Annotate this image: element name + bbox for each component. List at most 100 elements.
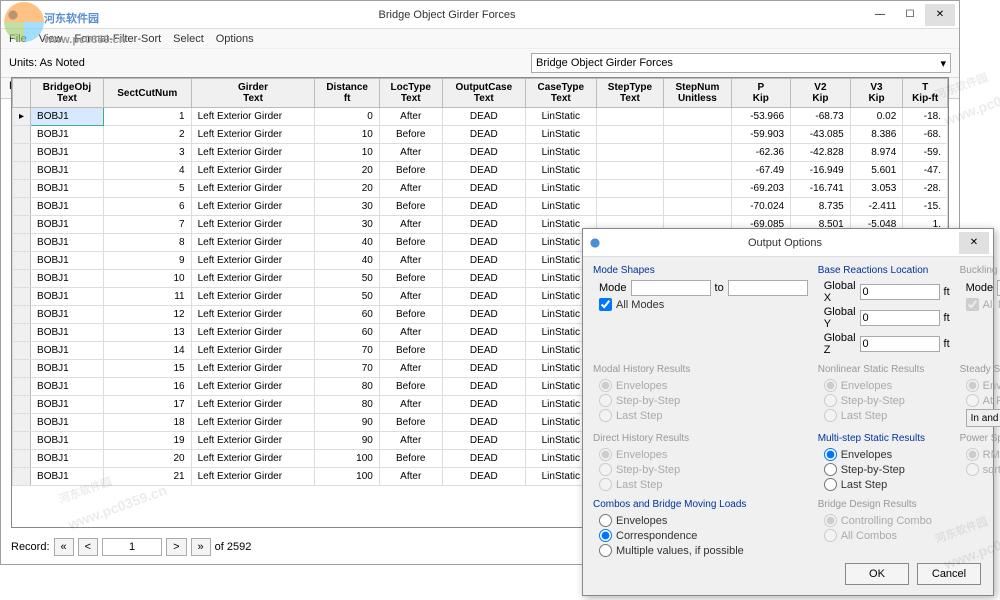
cell[interactable]: LinStatic xyxy=(526,126,597,144)
cell[interactable]: BOBJ1 xyxy=(31,360,104,378)
column-header[interactable]: V2Kip xyxy=(791,79,851,108)
row-selector[interactable] xyxy=(13,378,31,396)
cell[interactable]: BOBJ1 xyxy=(31,468,104,486)
cell[interactable]: Before xyxy=(379,126,442,144)
menu-select[interactable]: Select xyxy=(173,33,204,45)
cell[interactable]: -47. xyxy=(903,162,948,180)
cell[interactable]: BOBJ1 xyxy=(31,234,104,252)
cell[interactable]: DEAD xyxy=(442,414,525,432)
cell[interactable]: -68.73 xyxy=(791,108,851,126)
combo-multiple[interactable]: Multiple values, if possible xyxy=(599,544,808,557)
row-selector[interactable] xyxy=(13,288,31,306)
ms-step[interactable]: Step-by-Step xyxy=(824,463,950,476)
pager-last[interactable]: » xyxy=(191,538,211,556)
cell[interactable]: BOBJ1 xyxy=(31,378,104,396)
cell[interactable]: BOBJ1 xyxy=(31,252,104,270)
cell[interactable]: Before xyxy=(379,234,442,252)
cell[interactable] xyxy=(664,162,731,180)
pager-prev[interactable]: < xyxy=(78,538,98,556)
cell[interactable] xyxy=(664,144,731,162)
cell[interactable]: LinStatic xyxy=(526,162,597,180)
cell[interactable]: 12 xyxy=(103,306,191,324)
row-selector[interactable] xyxy=(13,162,31,180)
cell[interactable]: 19 xyxy=(103,432,191,450)
cell[interactable]: BOBJ1 xyxy=(31,198,104,216)
cell[interactable]: After xyxy=(379,468,442,486)
cell[interactable]: 21 xyxy=(103,468,191,486)
cell[interactable]: -59.903 xyxy=(731,126,791,144)
row-selector[interactable] xyxy=(13,126,31,144)
cell[interactable]: 10 xyxy=(103,270,191,288)
row-selector[interactable] xyxy=(13,432,31,450)
cell[interactable]: 100 xyxy=(315,450,379,468)
cell[interactable]: 8.974 xyxy=(850,144,903,162)
cell[interactable]: 40 xyxy=(315,252,379,270)
cell[interactable]: DEAD xyxy=(442,234,525,252)
table-row[interactable]: BOBJ12Left Exterior Girder10BeforeDEADLi… xyxy=(13,126,948,144)
cell[interactable]: BOBJ1 xyxy=(31,270,104,288)
mode-to-input[interactable] xyxy=(728,280,808,296)
cell[interactable]: -53.966 xyxy=(731,108,791,126)
pager-next[interactable]: > xyxy=(166,538,186,556)
row-selector[interactable] xyxy=(13,468,31,486)
cell[interactable]: DEAD xyxy=(442,324,525,342)
cell[interactable]: After xyxy=(379,324,442,342)
ok-button[interactable]: OK xyxy=(845,563,909,585)
cell[interactable]: DEAD xyxy=(442,360,525,378)
row-selector[interactable] xyxy=(13,270,31,288)
column-header[interactable]: CaseTypeText xyxy=(526,79,597,108)
table-row[interactable]: BOBJ13Left Exterior Girder10AfterDEADLin… xyxy=(13,144,948,162)
cell[interactable]: Left Exterior Girder xyxy=(191,378,315,396)
column-header[interactable]: LocTypeText xyxy=(379,79,442,108)
cell[interactable]: -18. xyxy=(903,108,948,126)
cell[interactable]: After xyxy=(379,432,442,450)
row-selector[interactable]: ▸ xyxy=(13,108,31,126)
cell[interactable]: 17 xyxy=(103,396,191,414)
row-selector[interactable] xyxy=(13,252,31,270)
cell[interactable]: -68. xyxy=(903,126,948,144)
cell[interactable]: Left Exterior Girder xyxy=(191,180,315,198)
cell[interactable]: DEAD xyxy=(442,378,525,396)
column-header[interactable]: StepNumUnitless xyxy=(664,79,731,108)
cell[interactable]: 10 xyxy=(315,126,379,144)
cell[interactable]: 80 xyxy=(315,378,379,396)
table-row[interactable]: ▸BOBJ11Left Exterior Girder0AfterDEADLin… xyxy=(13,108,948,126)
cell[interactable]: 60 xyxy=(315,306,379,324)
cell[interactable]: BOBJ1 xyxy=(31,126,104,144)
cell[interactable]: 6 xyxy=(103,198,191,216)
column-header[interactable]: SectCutNum xyxy=(103,79,191,108)
gz-input[interactable] xyxy=(860,336,940,352)
table-row[interactable]: BOBJ14Left Exterior Girder20BeforeDEADLi… xyxy=(13,162,948,180)
table-row[interactable]: BOBJ16Left Exterior Girder30BeforeDEADLi… xyxy=(13,198,948,216)
all-modes-checkbox[interactable] xyxy=(599,298,612,311)
cell[interactable]: -43.085 xyxy=(791,126,851,144)
cell[interactable]: Left Exterior Girder xyxy=(191,288,315,306)
cell[interactable]: After xyxy=(379,252,442,270)
cell[interactable]: -59. xyxy=(903,144,948,162)
cell[interactable]: 3 xyxy=(103,144,191,162)
ms-envelopes[interactable]: Envelopes xyxy=(824,448,950,461)
cell[interactable]: 14 xyxy=(103,342,191,360)
row-selector[interactable] xyxy=(13,450,31,468)
cell[interactable]: 20 xyxy=(315,162,379,180)
mode-from-input[interactable] xyxy=(631,280,711,296)
table-select-dropdown[interactable]: Bridge Object Girder Forces ▾ xyxy=(531,53,951,73)
cell[interactable]: BOBJ1 xyxy=(31,144,104,162)
column-header[interactable]: StepTypeText xyxy=(596,79,664,108)
cell[interactable]: 8.735 xyxy=(791,198,851,216)
row-selector[interactable] xyxy=(13,396,31,414)
combo-correspondence[interactable]: Correspondence xyxy=(599,529,808,542)
column-header[interactable]: Distanceft xyxy=(315,79,379,108)
cell[interactable]: 100 xyxy=(315,468,379,486)
row-selector[interactable] xyxy=(13,234,31,252)
cell[interactable]: Left Exterior Girder xyxy=(191,234,315,252)
cell[interactable]: Before xyxy=(379,306,442,324)
cell[interactable]: 50 xyxy=(315,288,379,306)
cell[interactable]: 7 xyxy=(103,216,191,234)
cell[interactable]: BOBJ1 xyxy=(31,162,104,180)
cell[interactable]: 5 xyxy=(103,180,191,198)
cell[interactable] xyxy=(596,198,664,216)
cell[interactable] xyxy=(664,108,731,126)
cell[interactable] xyxy=(596,144,664,162)
gx-input[interactable] xyxy=(860,284,940,300)
